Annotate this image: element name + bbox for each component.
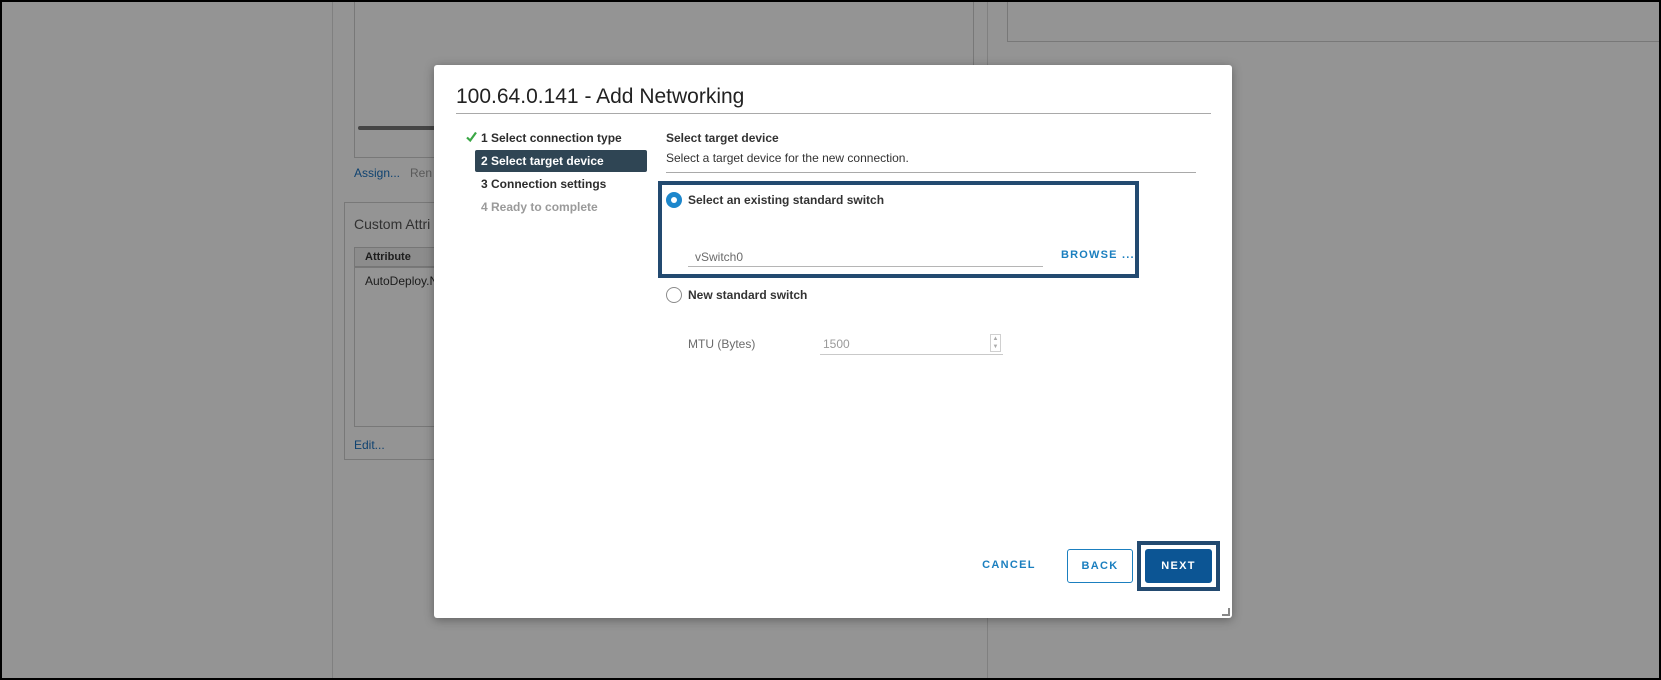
step-label: 4 Ready to complete: [481, 200, 598, 214]
stepper-down-icon: ▼: [992, 344, 999, 350]
next-button[interactable]: NEXT: [1145, 549, 1212, 583]
step-label: 1 Select connection type: [481, 131, 622, 145]
step-select-target-device[interactable]: 2 Select target device: [475, 150, 647, 172]
existing-switch-label: Select an existing standard switch: [688, 193, 885, 207]
dialog-title: 100.64.0.141 - Add Networking: [456, 85, 1211, 114]
step-content: Select target device Select a target dev…: [666, 131, 1196, 173]
browse-button[interactable]: BROWSE ...: [1061, 249, 1135, 261]
existing-switch-radio[interactable]: [666, 192, 682, 208]
existing-switch-field[interactable]: [688, 247, 1043, 267]
check-icon: [466, 131, 477, 143]
back-button[interactable]: BACK: [1067, 549, 1133, 583]
step-ready-to-complete: 4 Ready to complete: [475, 196, 652, 218]
new-switch-option[interactable]: New standard switch: [666, 287, 807, 303]
add-networking-dialog: 100.64.0.141 - Add Networking 1 Select c…: [434, 65, 1232, 618]
content-heading: Select target device: [666, 131, 779, 145]
mtu-stepper[interactable]: ▲ ▼: [990, 334, 1001, 352]
step-label: 3 Connection settings: [481, 177, 607, 191]
mtu-label: MTU (Bytes): [688, 337, 756, 351]
new-switch-label: New standard switch: [688, 288, 808, 302]
content-description: Select a target device for the new conne…: [666, 151, 1196, 173]
new-switch-radio[interactable]: [666, 287, 682, 303]
existing-switch-option[interactable]: Select an existing standard switch: [666, 192, 884, 208]
mtu-input[interactable]: [820, 333, 1003, 355]
step-select-connection-type[interactable]: 1 Select connection type: [462, 127, 652, 149]
screen: Assign... Ren Custom Attri Attribute Aut…: [0, 0, 1661, 680]
step-label: 2 Select target device: [481, 154, 604, 168]
resize-grip-icon[interactable]: [1222, 608, 1230, 616]
cancel-button[interactable]: CANCEL: [974, 549, 1044, 583]
wizard-steps: 1 Select connection type 2 Select target…: [462, 127, 652, 219]
step-connection-settings[interactable]: 3 Connection settings: [475, 173, 652, 195]
stepper-up-icon: ▲: [992, 336, 999, 342]
